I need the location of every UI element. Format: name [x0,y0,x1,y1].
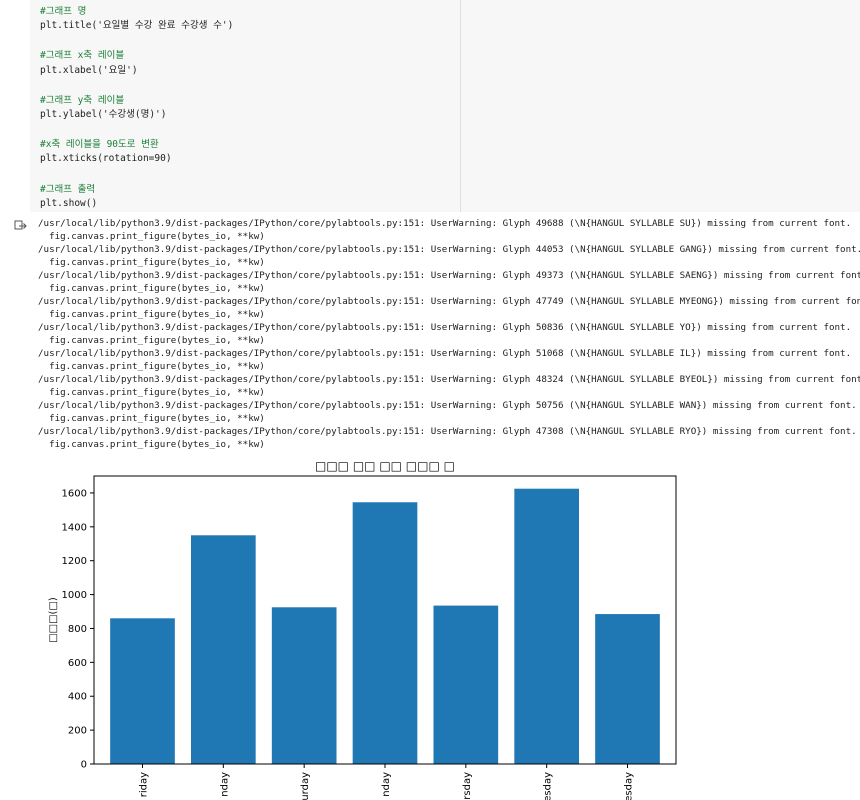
code-line: plt.show() [40,197,98,209]
code-line: plt.xticks(rotation=90) [40,153,172,165]
warning-line: /usr/local/lib/python3.9/dist-packages/I… [38,270,860,281]
chart-title: □□□ □□ □□ □□□ □ [315,459,455,473]
y-tick-label: 1600 [62,488,87,499]
x-tick-label: esday [543,772,554,800]
y-axis-label: □□□(□) [48,597,59,643]
x-tick-label: rsday [462,772,473,800]
y-tick-label: 1200 [62,556,87,567]
code-comment-line: #그래프 명 [40,6,87,17]
warning-line: fig.canvas.print_figure(bytes_io, **kw) [38,361,265,372]
code-line: plt.xlabel('요일') [40,64,138,76]
y-tick-label: 0 [81,760,87,771]
y-tick-label: 1400 [62,522,87,533]
y-tick-label: 800 [68,624,87,635]
x-tick-label: urday [300,772,311,800]
y-tick-label: 1000 [62,590,87,601]
warning-line: fig.canvas.print_figure(bytes_io, **kw) [38,309,265,320]
code-line: plt.ylabel('수강생(명)') [40,109,167,120]
code-line: plt.title('요일별 수강 완료 수강생 수') [40,20,234,32]
bar [110,618,175,764]
warning-line: /usr/local/lib/python3.9/dist-packages/I… [38,296,860,307]
warning-line: /usr/local/lib/python3.9/dist-packages/I… [38,218,852,229]
warning-line: /usr/local/lib/python3.9/dist-packages/I… [38,348,852,359]
warning-line: /usr/local/lib/python3.9/dist-packages/I… [38,426,857,437]
warning-line: /usr/local/lib/python3.9/dist-packages/I… [38,322,852,333]
bar-chart: □□□ □□ □□ □□□ □ □□□(□) riday nday urday nday r… [48,459,677,800]
warning-line: fig.canvas.print_figure(bytes_io, **kw) [38,283,265,294]
bar [595,614,660,764]
bar [514,488,579,764]
code-cell[interactable]: #그래프 명 plt.title('요일별 수강 완료 수강생 수') #그래프 x… [0,0,860,212]
bar [271,607,337,764]
warning-line: fig.canvas.print_figure(bytes_io, **kw) [38,413,265,424]
bar [352,502,418,764]
y-tick-label: 200 [68,726,87,737]
code-comment-line: #그래프 x축 레이블 [40,50,125,62]
warning-line: fig.canvas.print_figure(bytes_io, **kw) [38,231,265,242]
x-tick-label: riday [139,772,150,797]
warning-line: fig.canvas.print_figure(bytes_io, **kw) [38,387,265,398]
code-gutter [0,0,30,212]
bar [433,605,499,764]
code-comment-line: #그래프 출력 [40,183,96,195]
y-tick-label: 600 [68,658,87,669]
y-tick-label: 400 [68,692,87,703]
code-editor[interactable]: #그래프 명 plt.title('요일별 수강 완료 수강생 수') #그래프 x… [30,0,460,212]
x-tick-label: nday [219,772,230,797]
warning-line: /usr/local/lib/python3.9/dist-packages/I… [38,244,860,255]
warning-line: fig.canvas.print_figure(bytes_io, **kw) [38,257,265,268]
warning-line: /usr/local/lib/python3.9/dist-packages/I… [38,374,860,385]
warning-line: /usr/local/lib/python3.9/dist-packages/I… [38,400,857,411]
code-comment-line: #x축 레이블을 90도로 변환 [40,139,159,151]
x-tick-label: nday [381,772,392,797]
warning-line: fig.canvas.print_figure(bytes_io, **kw) [38,335,265,346]
bar [191,535,256,764]
output-arrow-icon[interactable] [14,220,28,232]
x-tick-label: esday [624,772,635,800]
code-comment-line: #그래프 y축 레이블 [40,94,125,106]
code-editor-empty-area[interactable] [460,0,860,212]
warning-line: fig.canvas.print_figure(bytes_io, **kw) [38,439,265,450]
